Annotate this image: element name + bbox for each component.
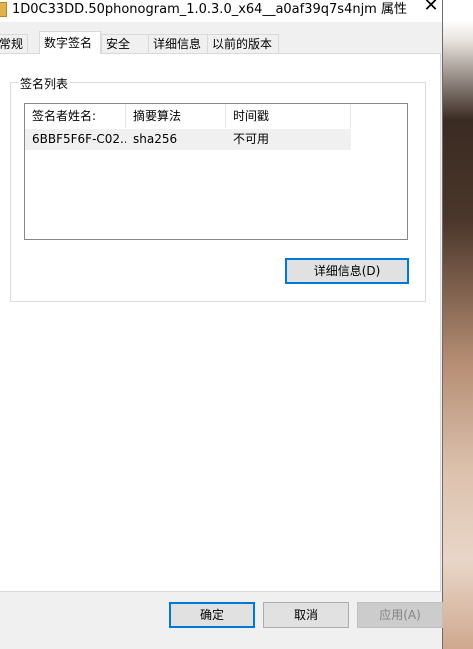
timestamp-cell: 不可用 [233,132,270,146]
tab-previous-versions[interactable]: 以前的版本 [207,34,279,53]
signature-list[interactable]: 签名者姓名: 摘要算法 时间戳 6BBF5F6F-C02... sha256 不… [24,103,408,240]
tab-digital-signatures[interactable]: 数字签名 [39,31,101,54]
background-photo [443,0,473,649]
title-bar: 1D0C33DD.50phonogram_1.0.3.0_x64__a0af39… [0,0,442,22]
table-row[interactable]: 6BBF5F6F-C02... sha256 不可用 [25,129,351,150]
ok-button[interactable]: 确定 [169,602,255,628]
folder-icon [0,2,7,17]
signature-list-label: 签名列表 [18,75,71,92]
column-header-signer[interactable]: 签名者姓名: [25,104,126,128]
cancel-button[interactable]: 取消 [263,602,349,628]
column-header-timestamp[interactable]: 时间戳 [226,104,351,128]
tab-details[interactable]: 详细信息 [148,34,208,53]
details-button[interactable]: 详细信息(D) [285,258,409,284]
tab-general[interactable]: 常规 [0,34,28,53]
tab-security[interactable]: 安全 [101,34,149,53]
signer-name-cell: 6BBF5F6F-C02... [32,132,126,146]
close-icon[interactable]: ✕ [418,0,444,18]
tab-strip: 常规 数字签名 安全 详细信息 以前的版本 [0,31,442,54]
apply-button[interactable]: 应用(A) [357,602,443,628]
column-header-digest[interactable]: 摘要算法 [126,104,226,128]
properties-window: 1D0C33DD.50phonogram_1.0.3.0_x64__a0af39… [0,0,443,649]
window-title: 1D0C33DD.50phonogram_1.0.3.0_x64__a0af39… [12,2,407,17]
list-header: 签名者姓名: 摘要算法 时间戳 [25,104,351,128]
digest-algorithm-cell: sha256 [133,132,178,146]
